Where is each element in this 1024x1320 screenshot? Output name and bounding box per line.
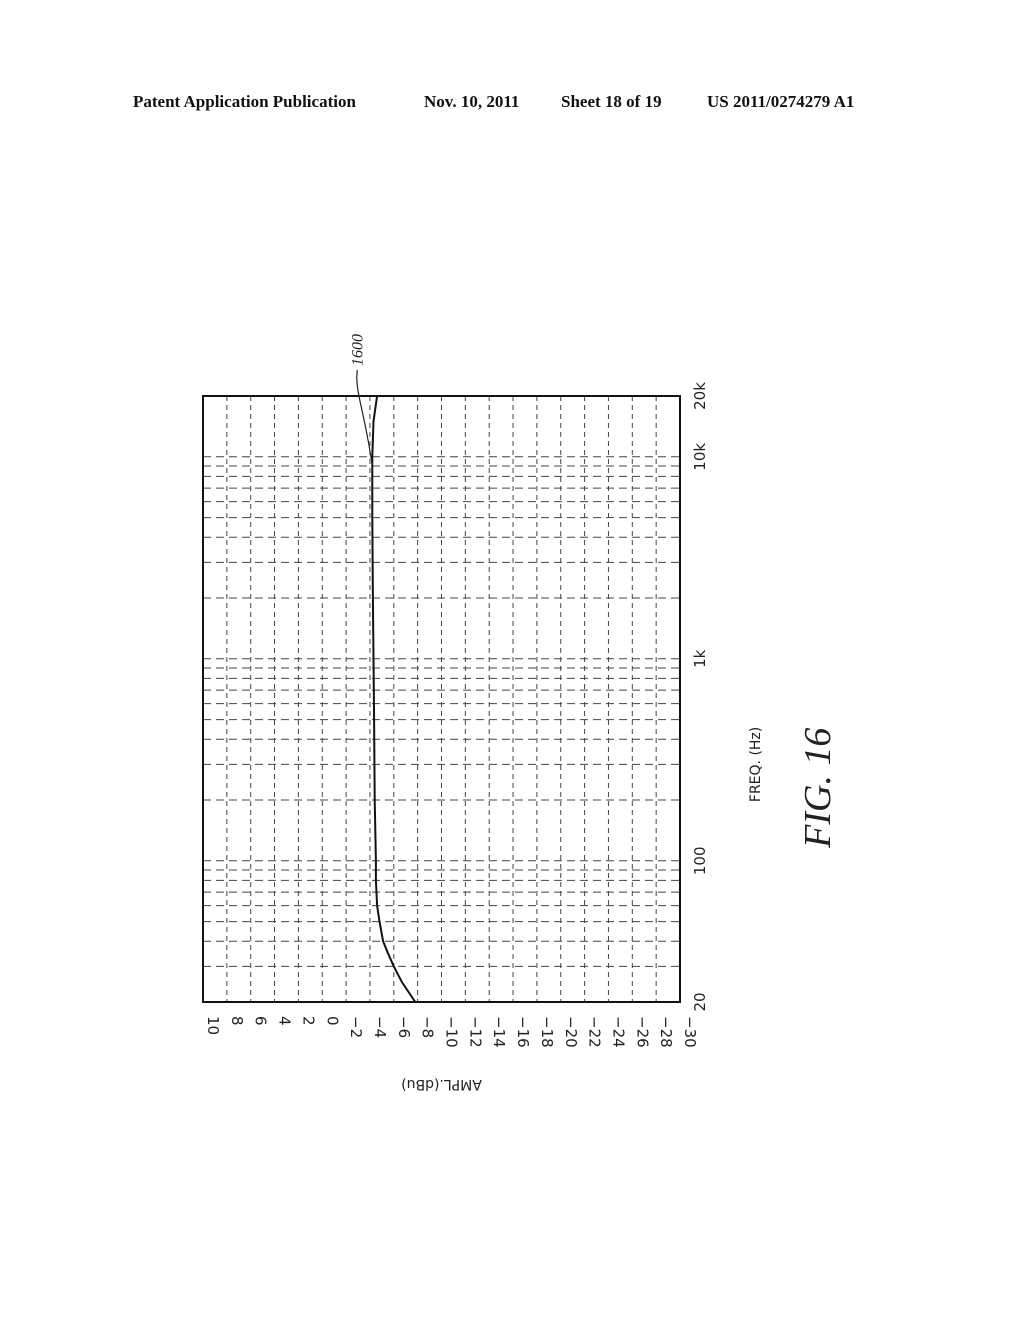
frequency-tick-labels: 20 100 1k 10k 20k [691, 382, 709, 1012]
amplitude-tick-labels: 10 8 6 4 2 0 −2 −4 −6 −8 −10 −12 −14 −16 −18 −20 −22 −24−… [204, 1016, 699, 1048]
reference-numeral: 1600 [349, 334, 366, 366]
amplitude-tick-label: 8 [228, 1016, 246, 1026]
frequency-tick-label: 1k [691, 649, 709, 668]
amplitude-tick-label: −30 [681, 1016, 699, 1048]
amplitude-tick-label: −16 [514, 1016, 532, 1048]
amplitude-tick-label: 4 [276, 1016, 294, 1026]
amplitude-tick-label: −22 [586, 1016, 604, 1048]
amplitude-axis-label: AMPL.(dBu) [401, 1076, 482, 1092]
frequency-tick-label: 20k [691, 382, 709, 410]
amplitude-tick-label: −12 [466, 1016, 484, 1048]
amplitude-tick-label: 6 [252, 1016, 270, 1026]
frequency-tick-label: 10k [691, 443, 709, 471]
amplitude-tick-label: −8 [419, 1016, 437, 1038]
amplitude-tick-label: −10 [443, 1016, 461, 1048]
amplitude-tick-label: −18 [538, 1016, 556, 1048]
frequency-tick-label: 20 [691, 992, 709, 1011]
amplitude-tick-label: −14 [490, 1016, 508, 1048]
amplitude-tick-label: 10 [204, 1016, 222, 1035]
frequency-axis-label: FREQ. (Hz) [748, 727, 764, 802]
amplitude-tick-label: −2 [347, 1016, 365, 1038]
amplitude-tick-label: −26 [633, 1016, 651, 1048]
amplitude-tick-label: 2 [299, 1016, 317, 1026]
figure-label: FIG. 16 [797, 728, 839, 849]
grid [203, 396, 680, 1002]
amplitude-tick-label: −4 [371, 1016, 389, 1038]
amplitude-tick-label: −28 [657, 1016, 675, 1048]
amplitude-tick-label: −6 [395, 1016, 413, 1038]
amplitude-tick-label: 0 [323, 1016, 341, 1026]
frequency-tick-label: 100 [691, 846, 709, 875]
chart: 10 8 6 4 2 0 −2 −4 −6 −8 −10 −12 −14 −16 −18 −20 −22 −24−… [202, 334, 839, 1092]
amplitude-tick-label: −20 [562, 1016, 580, 1048]
amplitude-tick-label: −24 [609, 1016, 627, 1048]
